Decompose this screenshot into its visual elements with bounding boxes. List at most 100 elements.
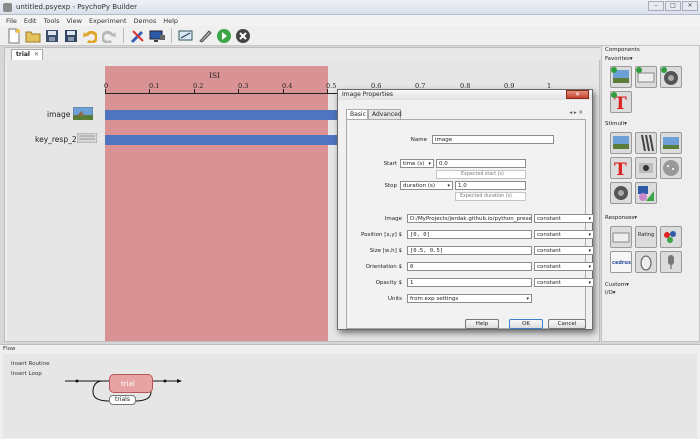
redo-icon[interactable]	[101, 28, 117, 44]
grating-component-button[interactable]	[635, 132, 657, 154]
stim-image-button[interactable]	[610, 132, 632, 154]
edit-pen-icon[interactable]	[197, 28, 213, 44]
insert-routine-button[interactable]: Insert Routine	[11, 361, 50, 367]
dialog-title: Image Properties	[342, 91, 394, 98]
custom-category[interactable]: Custom▾	[605, 282, 629, 288]
sound-component-button[interactable]	[660, 66, 682, 88]
joystick-component-button[interactable]	[660, 226, 682, 248]
component-label-key-resp-2[interactable]: key_resp_2	[35, 135, 77, 144]
components-panel-title: Components	[605, 47, 640, 53]
position-input[interactable]: [0, 0]	[407, 230, 532, 239]
polygon-component-button[interactable]	[635, 182, 657, 204]
open-folder-icon[interactable]	[25, 28, 41, 44]
start-label: Start	[383, 161, 397, 167]
app-icon	[3, 3, 12, 12]
image-update-select[interactable]: constant ▾	[534, 214, 594, 223]
toolbar-separator	[171, 28, 172, 43]
tick-label: 0.3	[238, 82, 249, 90]
compile-script-icon[interactable]	[178, 28, 194, 44]
component-label-image[interactable]: image	[47, 110, 70, 119]
chevron-down-icon: ▾	[588, 264, 591, 270]
start-type-value: time (s)	[403, 161, 425, 167]
flow-routine-trial[interactable]: trial	[109, 374, 153, 393]
size-update-select[interactable]: constant ▾	[534, 246, 594, 255]
menu-file[interactable]: File	[6, 17, 17, 25]
cedrus-component-button[interactable]: cedrus	[610, 251, 632, 273]
size-input[interactable]: [0.5, 0.5]	[407, 246, 532, 255]
menu-experiment[interactable]: Experiment	[89, 17, 127, 25]
microphone-component-button[interactable]	[660, 251, 682, 273]
dots-component-button[interactable]	[660, 157, 682, 179]
position-update-select[interactable]: constant ▾	[534, 230, 594, 239]
tab-trial[interactable]: trial ✕	[11, 49, 43, 60]
start-type-select[interactable]: time (s) ▾	[400, 159, 434, 168]
io-category[interactable]: I/O▾	[605, 290, 616, 296]
stop-type-select[interactable]: duration (s) ▾	[400, 181, 453, 190]
close-window-button[interactable]: ✕	[682, 1, 698, 11]
stim-text-button[interactable]: T	[610, 157, 632, 180]
stimuli-category[interactable]: Stimuli▾	[605, 121, 627, 127]
menu-demos[interactable]: Demos	[134, 17, 157, 25]
maximize-button[interactable]: □	[665, 1, 681, 11]
resp-keyboard-button[interactable]	[610, 226, 632, 248]
loop-start-point	[75, 379, 79, 383]
keyboard-component-button[interactable]	[635, 66, 657, 88]
cancel-button[interactable]: Cancel	[548, 319, 586, 329]
tab-scroll-controls[interactable]: ◂ ▸ ✕	[569, 110, 583, 116]
image-path-input[interactable]: D:/MyProjects/jerdak.github.io/python_pr…	[407, 214, 532, 223]
menu-view[interactable]: View	[67, 17, 82, 25]
text-component-button[interactable]: T	[610, 91, 632, 114]
menu-help[interactable]: Help	[163, 17, 178, 25]
insert-loop-button[interactable]: Insert Loop	[11, 371, 42, 377]
orientation-update-select[interactable]: constant ▾	[534, 262, 594, 271]
opacity-input[interactable]: 1	[407, 278, 532, 287]
rating-component-button[interactable]: Rating	[635, 226, 657, 248]
responses-category[interactable]: Responses▾	[605, 215, 637, 221]
dialog-close-button[interactable]: ✕	[566, 90, 589, 99]
save-as-icon[interactable]	[63, 28, 79, 44]
new-file-icon[interactable]	[6, 28, 22, 44]
image-properties-dialog: Image Properties ✕ Basic Advanced ◂ ▸ ✕ …	[337, 89, 594, 330]
mouse-component-button[interactable]	[635, 251, 657, 273]
close-tab-icon[interactable]: ✕	[34, 51, 39, 58]
movie-component-button[interactable]	[660, 132, 682, 154]
keyboard-component-icon[interactable]	[76, 132, 98, 144]
stop-value-input[interactable]: 1.0	[455, 181, 526, 190]
position-update-value: constant	[537, 232, 561, 238]
expected-duration-input[interactable]: Expected duration (s)	[455, 192, 526, 201]
size-update-value: constant	[537, 248, 561, 254]
image-component-button[interactable]	[610, 66, 632, 88]
save-icon[interactable]	[44, 28, 60, 44]
orientation-input[interactable]: 0	[407, 262, 532, 271]
name-input[interactable]: image	[432, 135, 554, 144]
stop-icon[interactable]	[235, 28, 251, 44]
run-icon[interactable]	[216, 28, 232, 44]
preferences-icon[interactable]	[130, 28, 146, 44]
chevron-down-icon: ▾	[588, 248, 591, 254]
tab-basic[interactable]: Basic	[346, 109, 368, 119]
opacity-label: Opacity $	[375, 280, 402, 286]
tab-trial-label: trial	[16, 51, 30, 58]
undo-icon[interactable]	[82, 28, 98, 44]
stim-sound-button[interactable]	[610, 182, 632, 204]
ok-button[interactable]: OK	[509, 319, 543, 329]
toolbar	[0, 26, 700, 46]
tab-advanced[interactable]: Advanced	[368, 109, 402, 119]
flow-loop-trials[interactable]: trials	[109, 395, 136, 405]
units-select[interactable]: from exp settings ▾	[407, 294, 532, 303]
menu-tools[interactable]: Tools	[43, 17, 59, 25]
isi-period-band[interactable]	[105, 66, 328, 341]
aperture-component-button[interactable]	[635, 157, 657, 179]
expected-start-input[interactable]: Expected start (s)	[436, 170, 526, 179]
opacity-update-select[interactable]: constant ▾	[534, 278, 594, 287]
routine-tabs: trial ✕	[5, 48, 601, 60]
menu-edit[interactable]: Edit	[24, 17, 37, 25]
favorites-category[interactable]: Favorites▾	[605, 56, 633, 62]
flow-canvas[interactable]: Insert Routine Insert Loop trial trials	[3, 354, 697, 438]
monitor-center-icon[interactable]	[149, 28, 165, 44]
minimize-button[interactable]: –	[648, 1, 664, 11]
help-button[interactable]: Help	[465, 319, 499, 329]
stop-type-value: duration (s)	[403, 183, 436, 189]
start-value-input[interactable]: 0.0	[436, 159, 526, 168]
image-component-icon[interactable]	[72, 106, 94, 121]
